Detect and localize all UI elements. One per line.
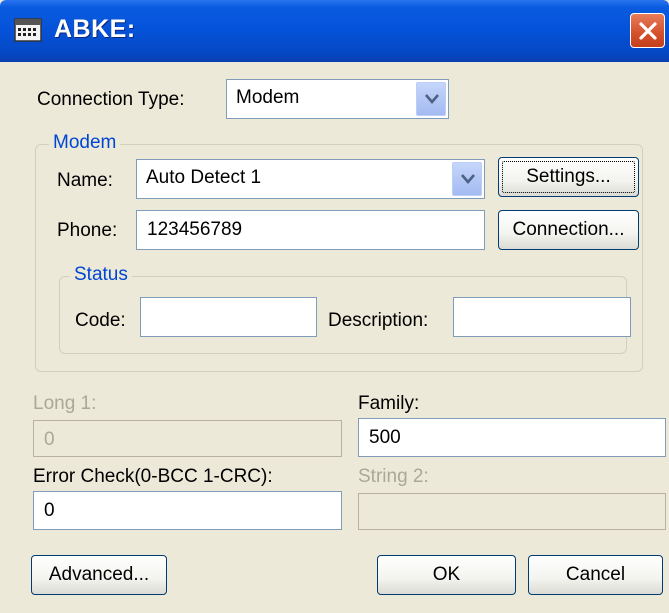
close-icon	[639, 22, 657, 40]
close-button[interactable]	[630, 13, 665, 48]
long1-input: 0	[33, 420, 342, 457]
description-label: Description:	[328, 310, 429, 331]
connection-button[interactable]: Connection...	[498, 210, 639, 250]
modem-group-caption: Modem	[49, 132, 121, 154]
ok-button[interactable]: OK	[377, 555, 516, 595]
family-input[interactable]: 500	[358, 418, 666, 457]
code-input[interactable]	[140, 297, 317, 337]
phone-input[interactable]: 123456789	[136, 210, 485, 250]
modem-name-value: Auto Detect 1	[146, 167, 262, 188]
string2-label: String 2:	[358, 466, 429, 487]
phone-label: Phone:	[57, 220, 118, 241]
chevron-down-icon	[461, 174, 475, 184]
modem-name-dropdown-button[interactable]	[452, 162, 482, 196]
settings-button[interactable]: Settings...	[498, 157, 639, 197]
connection-type-label: Connection Type:	[37, 89, 185, 110]
connection-type-value: Modem	[236, 87, 300, 108]
long1-label: Long 1:	[33, 393, 97, 414]
keyboard-icon	[14, 17, 42, 43]
code-label: Code:	[75, 310, 126, 331]
connection-type-dropdown-button[interactable]	[416, 82, 446, 116]
family-label: Family:	[358, 393, 420, 414]
window-title: ABKE:	[54, 15, 136, 43]
description-input[interactable]	[453, 297, 631, 337]
error-check-input[interactable]: 0	[33, 491, 342, 530]
cancel-button[interactable]: Cancel	[528, 555, 663, 595]
advanced-button[interactable]: Advanced...	[31, 555, 167, 595]
string2-input	[358, 493, 666, 530]
modem-name-select[interactable]: Auto Detect 1	[136, 159, 485, 199]
status-group-caption: Status	[70, 264, 132, 286]
title-bar[interactable]: ABKE:	[0, 0, 669, 62]
name-label: Name:	[57, 170, 113, 191]
chevron-down-icon	[425, 94, 439, 104]
error-check-label: Error Check(0-BCC 1-CRC):	[33, 466, 273, 487]
connection-type-select[interactable]: Modem	[226, 79, 449, 119]
dialog-window: ABKE: Connection Type: Modem Modem Name:…	[0, 0, 669, 613]
